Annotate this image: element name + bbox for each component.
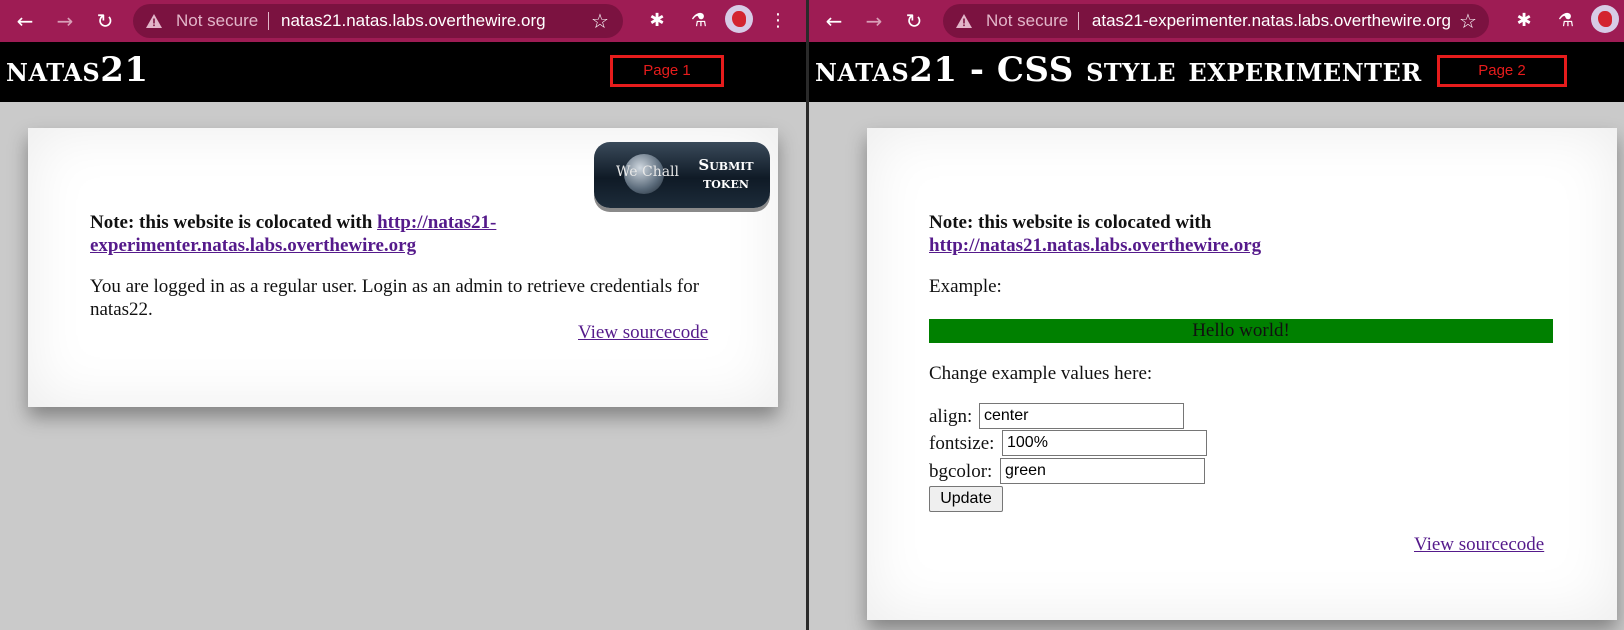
security-label[interactable]: Not secure [986,4,1068,38]
page-label-badge: Page 1 [610,55,724,87]
note-paragraph: Note: this website is colocated with htt… [90,211,720,257]
page-title: natas21 - CSS style experimenter [815,50,1422,90]
extensions-puzzle-icon[interactable]: ✱ [642,6,672,36]
login-status-message: You are logged in as a regular user. Log… [90,276,700,320]
security-label[interactable]: Not secure [176,4,258,38]
example-preview: Hello world! [929,319,1553,343]
submit-token-label: Submit token [698,156,754,192]
browser-window-left: ← → ↻ Not secure natas21.natas.labs.over… [0,0,806,630]
bird-icon [1598,11,1612,27]
bookmark-star-icon[interactable]: ☆ [591,4,609,38]
fontsize-row: fontsize: [929,430,1207,456]
wechall-submit-token-button[interactable]: We Chall Submit token [594,142,770,208]
menu-kebab-icon[interactable]: ⋮ [763,6,793,36]
view-sourcecode-link[interactable]: View sourcecode [1414,534,1544,556]
url-text[interactable]: natas21-experimenter.natas.labs.overthew… [1091,4,1451,38]
reload-button[interactable]: ↻ [90,6,120,36]
labs-flask-icon[interactable]: ⚗ [1551,6,1581,36]
profile-avatar[interactable] [725,5,753,33]
update-button[interactable]: Update [929,486,1003,512]
colocated-site-link[interactable]: http://natas21.natas.labs.overthewire.or… [929,235,1261,256]
fontsize-input[interactable] [1002,430,1207,456]
bgcolor-label: bgcolor: [929,461,993,482]
bgcolor-row: bgcolor: [929,458,1205,484]
browser-toolbar: ← → ↻ Not secure natas21-experimenter.na… [809,0,1624,42]
warning-icon [956,14,972,28]
content-body: Note: this website is colocated with htt… [929,211,1559,316]
back-button[interactable]: ← [10,6,40,36]
wechall-logo-text: We Chall [616,164,680,180]
note-label: Note: this website is colocated with [929,212,1212,233]
labs-flask-icon[interactable]: ⚗ [684,6,714,36]
page-label-badge: Page 2 [1437,55,1567,87]
page-header: natas21 Page 1 [0,42,806,102]
bgcolor-input[interactable] [1000,458,1205,484]
extensions-puzzle-icon[interactable]: ✱ [1509,6,1539,36]
address-bar[interactable]: Not secure natas21-experimenter.natas.la… [943,4,1489,38]
reload-button[interactable]: ↻ [899,6,929,36]
profile-avatar[interactable] [1591,5,1619,33]
omnibox-divider [1078,12,1079,30]
url-text[interactable]: natas21.natas.labs.overthewire.org [281,4,581,38]
note-label: Note: this website is colocated with [90,212,373,233]
browser-toolbar: ← → ↻ Not secure natas21.natas.labs.over… [0,0,806,42]
page-header: natas21 - CSS style experimenter Page 2 [809,42,1624,102]
note-paragraph: Note: this website is colocated with htt… [929,211,1559,257]
example-label: Example: [929,276,1002,297]
forward-button[interactable]: → [859,6,889,36]
back-button[interactable]: ← [819,6,849,36]
view-sourcecode-link[interactable]: View sourcecode [578,322,708,344]
content-body: Note: this website is colocated with htt… [90,211,720,339]
warning-icon [146,14,162,28]
browser-window-right: ← → ↻ Not secure natas21-experimenter.na… [809,0,1624,630]
bird-icon [732,11,746,27]
fontsize-label: fontsize: [929,433,995,454]
omnibox-divider [268,12,269,30]
colocated-site-link-text[interactable]: http://natas21.natas.labs.overthewire.or… [929,235,1261,256]
forward-button[interactable]: → [50,6,80,36]
address-bar[interactable]: Not secure natas21.natas.labs.overthewir… [133,4,623,38]
change-values-label: Change example values here: [929,363,1153,384]
align-input[interactable] [979,403,1184,429]
align-label: align: [929,406,973,427]
page-title: natas21 [6,50,149,90]
bookmark-star-icon[interactable]: ☆ [1459,4,1477,38]
align-row: align: [929,403,1184,429]
